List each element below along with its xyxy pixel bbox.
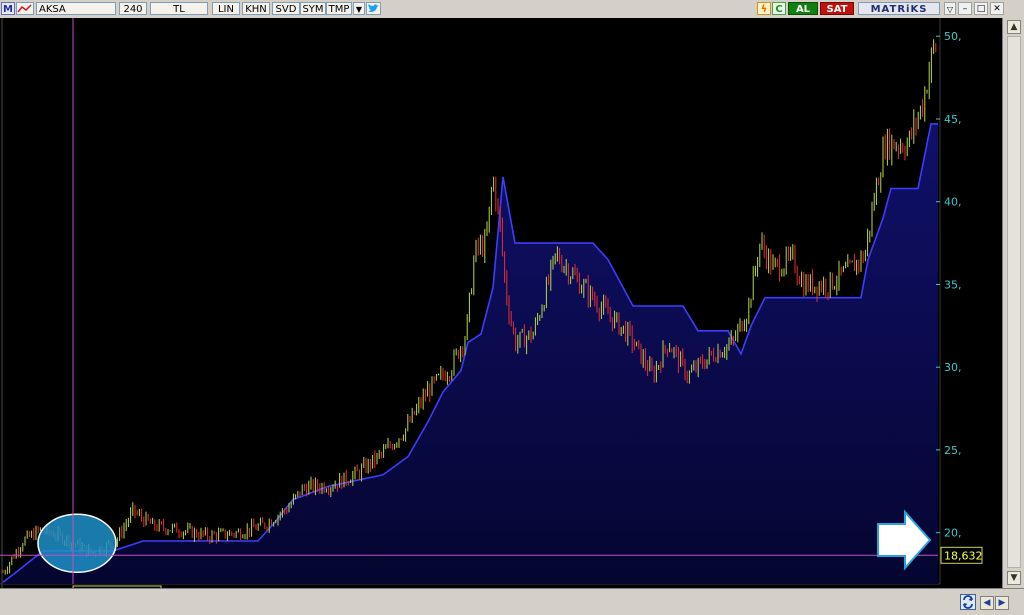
symbol-field[interactable]: AKSA — [36, 2, 116, 15]
y-tick-label: 45, — [944, 113, 962, 126]
flash-icon[interactable]: ϟ — [757, 2, 771, 15]
khn-button[interactable]: KHN — [242, 2, 270, 15]
maximize-icon[interactable]: □ — [974, 2, 988, 15]
refresh-green-icon[interactable]: C — [772, 2, 786, 15]
chart-type-icon[interactable] — [16, 2, 34, 15]
scroll-up-icon[interactable]: ▲ — [1007, 20, 1021, 34]
tmp-button[interactable]: TMP — [326, 2, 352, 15]
matriks-m-logo-icon[interactable]: M — [1, 2, 15, 15]
close-icon[interactable]: ✕ — [990, 2, 1004, 15]
crosshair-price-text: 18,632 — [944, 549, 983, 562]
y-tick-label: 35, — [944, 279, 962, 292]
lin-button[interactable]: LIN — [212, 2, 240, 15]
menu-dropdown-icon[interactable]: ▽ — [944, 2, 956, 15]
matriks-brand: MATRiKS — [858, 2, 940, 15]
chart-area[interactable]: 50,45,40,35,30,25,20,18,632 010111201020… — [0, 18, 1002, 588]
y-tick-label: 30, — [944, 361, 962, 374]
crosshair-price-label: 18,632 — [940, 546, 983, 564]
currency-field[interactable]: TL — [150, 2, 208, 15]
svd-button[interactable]: SVD — [272, 2, 300, 15]
arrow-left-icon[interactable]: ◀ — [980, 596, 994, 610]
twitter-icon[interactable] — [366, 2, 381, 15]
period-field[interactable]: 240 — [119, 2, 147, 15]
y-tick-label: 25, — [944, 444, 962, 457]
scroll-down-icon[interactable]: ▼ — [1007, 571, 1021, 585]
bottom-bar: ◀ ▶ — [0, 588, 1024, 615]
scrollbar-track[interactable] — [1007, 36, 1021, 568]
sym-button[interactable]: SYM — [300, 2, 326, 15]
vertical-scrollbar[interactable]: ▲ ▼ — [1002, 18, 1024, 588]
y-tick-label: 40, — [944, 196, 962, 209]
buy-button[interactable]: AL — [788, 2, 818, 15]
y-tick-label: 50, — [944, 30, 962, 43]
minimize-icon[interactable]: – — [958, 2, 972, 15]
arrow-right-icon[interactable]: ▶ — [995, 596, 1009, 610]
toolbar: M AKSA 240 TL LIN KHN SVD SYM TMP ▼ ϟ C … — [0, 0, 1024, 19]
price-chart[interactable]: 50,45,40,35,30,25,20,18,632 010111201020… — [0, 18, 1002, 588]
sell-button[interactable]: SAT — [820, 2, 854, 15]
refresh-icon[interactable] — [960, 594, 976, 610]
highlight-ellipse — [37, 513, 117, 574]
chevron-down-icon[interactable]: ▼ — [353, 2, 365, 15]
y-tick-label: 20, — [944, 527, 962, 540]
